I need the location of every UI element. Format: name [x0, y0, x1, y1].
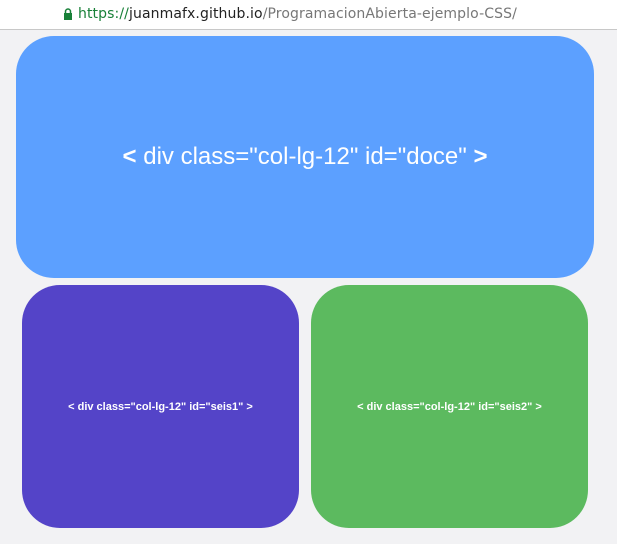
doce-box-close: >: [473, 143, 488, 170]
url-host: juanmafx.github.io: [128, 6, 263, 22]
url-text[interactable]: https://juanmafx.github.io/ProgramacionA…: [78, 6, 517, 22]
seis1-box: < div class="col-lg-12" id="seis1" >: [22, 285, 299, 528]
doce-box-label: div class="col-lg-12" id="doce": [136, 143, 474, 170]
seis2-box: < div class="col-lg-12" id="seis2" >: [311, 285, 588, 528]
doce-box: < div class="col-lg-12" id="doce" >: [16, 36, 594, 278]
url-path: /ProgramacionAbierta-ejemplo-CSS/: [262, 6, 517, 22]
url-scheme: https://: [78, 6, 129, 22]
doce-box-open: <: [122, 143, 137, 170]
seis1-box-label: < div class="col-lg-12" id="seis1" >: [68, 400, 253, 413]
address-bar[interactable]: https://juanmafx.github.io/ProgramacionA…: [0, 0, 617, 30]
lock-icon: [64, 8, 72, 20]
seis2-box-label: < div class="col-lg-12" id="seis2" >: [357, 400, 542, 413]
